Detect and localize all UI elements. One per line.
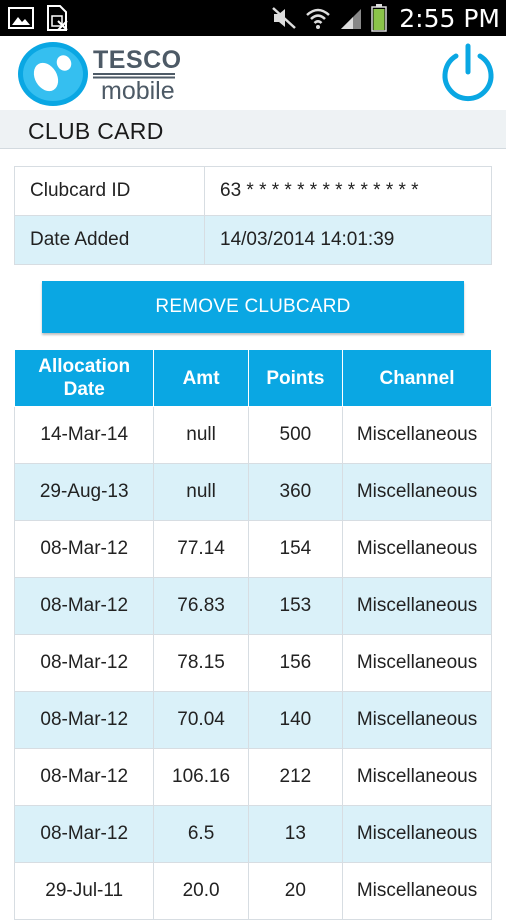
logo-sub: mobile bbox=[101, 77, 175, 105]
cell-amt: 76.83 bbox=[153, 577, 249, 635]
cell-channel: Miscellaneous bbox=[342, 634, 492, 692]
cell-channel: Miscellaneous bbox=[342, 748, 492, 806]
cell-points: 212 bbox=[247, 748, 344, 806]
cell-amt: 6.5 bbox=[153, 805, 249, 863]
page-title-bar: CLUB CARD bbox=[0, 110, 506, 149]
power-icon[interactable] bbox=[440, 42, 496, 102]
cell-channel: Miscellaneous bbox=[342, 463, 492, 521]
cell-amt: 78.15 bbox=[153, 634, 249, 692]
header-points[interactable]: Points bbox=[247, 349, 344, 407]
date-added-row: Date Added 14/03/2014 14:01:39 bbox=[14, 215, 492, 265]
clubcard-id-row: Clubcard ID 63 * * * * * * * * * * * * *… bbox=[14, 166, 492, 216]
cell-allocation-date: 29-Jul-11 bbox=[13, 862, 155, 920]
header-channel[interactable]: Channel bbox=[342, 349, 492, 407]
status-bar: 2:55 PM bbox=[0, 0, 506, 36]
cell-allocation-date: 08-Mar-12 bbox=[13, 748, 155, 806]
cell-allocation-date: 08-Mar-12 bbox=[13, 691, 155, 749]
date-added-value: 14/03/2014 14:01:39 bbox=[204, 215, 492, 265]
wifi-icon bbox=[306, 8, 331, 29]
header-allocation-date[interactable]: Allocation Date bbox=[13, 349, 155, 407]
table-row[interactable]: 08-Mar-12 76.83 153 Miscellaneous bbox=[13, 577, 492, 635]
cell-amt: 70.04 bbox=[153, 691, 249, 749]
image-icon bbox=[8, 7, 34, 29]
cell-channel: Miscellaneous bbox=[342, 862, 492, 920]
cell-channel: Miscellaneous bbox=[342, 406, 492, 464]
logo-brand: TESCO bbox=[93, 46, 182, 74]
cell-points: 156 bbox=[247, 634, 344, 692]
cell-channel: Miscellaneous bbox=[342, 805, 492, 863]
sim-card-icon bbox=[47, 5, 68, 31]
table-row[interactable]: 08-Mar-12 78.15 156 Miscellaneous bbox=[13, 634, 492, 692]
cell-allocation-date: 14-Mar-14 bbox=[13, 406, 155, 464]
header-allocation-date-line1: Allocation bbox=[38, 356, 131, 377]
table-row[interactable]: 08-Mar-12 106.16 212 Miscellaneous bbox=[13, 748, 492, 806]
cell-allocation-date: 08-Mar-12 bbox=[13, 805, 155, 863]
cell-amt: null bbox=[153, 406, 249, 464]
cell-points: 154 bbox=[247, 520, 344, 578]
battery-icon bbox=[371, 4, 388, 32]
signal-icon bbox=[341, 9, 362, 29]
table-row[interactable]: 14-Mar-14 null 500 Miscellaneous bbox=[13, 406, 492, 464]
cell-amt: null bbox=[153, 463, 249, 521]
app-header: TESCO mobile bbox=[0, 36, 506, 110]
remove-clubcard-button[interactable]: REMOVE CLUBCARD bbox=[42, 281, 464, 333]
cell-points: 20 bbox=[247, 862, 344, 920]
cell-allocation-date: 08-Mar-12 bbox=[13, 577, 155, 635]
clubcard-id-label: Clubcard ID bbox=[14, 166, 205, 216]
clock: 2:55 PM bbox=[399, 3, 500, 33]
clubcard-info-table: Clubcard ID 63 * * * * * * * * * * * * *… bbox=[14, 166, 492, 265]
cell-points: 500 bbox=[247, 406, 344, 464]
cell-allocation-date: 29-Aug-13 bbox=[13, 463, 155, 521]
header-allocation-date-line2: Date bbox=[63, 379, 105, 400]
cell-channel: Miscellaneous bbox=[342, 520, 492, 578]
clubcard-id-value: 63 * * * * * * * * * * * * * * bbox=[204, 166, 492, 216]
cell-points: 13 bbox=[247, 805, 344, 863]
table-row[interactable]: 29-Jul-11 20.0 20 Miscellaneous bbox=[13, 862, 492, 920]
cell-channel: Miscellaneous bbox=[342, 691, 492, 749]
cell-allocation-date: 08-Mar-12 bbox=[13, 634, 155, 692]
cell-amt: 106.16 bbox=[153, 748, 249, 806]
page-title: CLUB CARD bbox=[28, 118, 164, 144]
mute-icon bbox=[272, 7, 297, 29]
cell-channel: Miscellaneous bbox=[342, 577, 492, 635]
table-header-row: Allocation Date Amt Points Channel bbox=[13, 349, 492, 407]
table-row[interactable]: 29-Aug-13 null 360 Miscellaneous bbox=[13, 463, 492, 521]
cell-points: 140 bbox=[247, 691, 344, 749]
cell-allocation-date: 08-Mar-12 bbox=[13, 520, 155, 578]
cell-points: 360 bbox=[247, 463, 344, 521]
cell-amt: 20.0 bbox=[153, 862, 249, 920]
cell-points: 153 bbox=[247, 577, 344, 635]
table-row[interactable]: 08-Mar-12 70.04 140 Miscellaneous bbox=[13, 691, 492, 749]
tesco-mobile-logo-icon bbox=[18, 42, 88, 106]
header-amt[interactable]: Amt bbox=[153, 349, 249, 407]
table-row[interactable]: 08-Mar-12 6.5 13 Miscellaneous bbox=[13, 805, 492, 863]
points-table-body: 14-Mar-14 null 500 Miscellaneous 29-Aug-13 nu… bbox=[13, 406, 492, 920]
points-history-table: Allocation Date Amt Points Channel 14-Mar… bbox=[13, 349, 492, 920]
cell-amt: 77.14 bbox=[153, 520, 249, 578]
date-added-label: Date Added bbox=[14, 215, 205, 265]
table-row[interactable]: 08-Mar-12 77.14 154 Miscellaneous bbox=[13, 520, 492, 578]
